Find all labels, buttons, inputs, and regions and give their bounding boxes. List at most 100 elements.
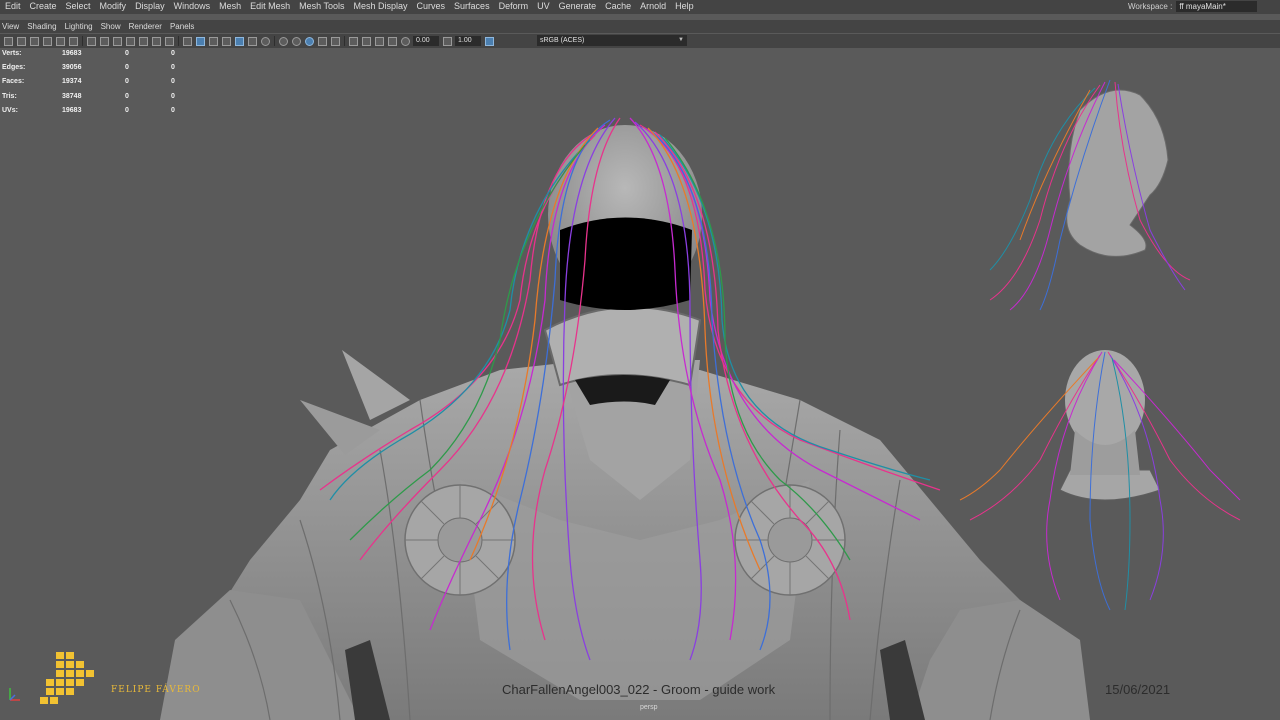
hud-row-faces: Faces: 19374 0 0 [2,75,202,89]
view-transform-value: sRGB (ACES) [540,37,585,44]
menu-surfaces[interactable]: Surfaces [449,0,494,13]
view-axis-icon [9,688,20,701]
hud-value: 19683 [62,106,82,114]
hud-value: 0 [171,64,175,72]
panel-menu-renderer[interactable]: Renderer [125,20,166,33]
two-d-pan-zoom-icon[interactable] [56,36,65,46]
scene-caption: CharFallenAngel003_022 - Groom - guide w… [502,682,776,697]
hud-value: 0 [125,106,129,114]
menu-deform[interactable]: Deform [494,0,533,13]
panel-menu-bar: View Shading Lighting Show Renderer Panels [0,20,1280,33]
select-camera-icon[interactable] [4,36,13,46]
screen-space-ao-icon[interactable] [292,36,301,46]
hud-label: UVs: [2,106,18,114]
workspace-dropdown[interactable]: ff mayaMain* [1176,1,1258,12]
menu-create[interactable]: Create [25,0,61,13]
right-medallion [734,484,846,596]
menu-uv[interactable]: UV [532,0,554,13]
menu-curves[interactable]: Curves [412,0,450,13]
hud-value: 0 [125,50,129,57]
safe-title-icon[interactable] [165,36,174,46]
poly-count-hud: Verts: 19683 0 0 Edges: 39056 0 0 Faces:… [2,47,202,118]
panel-menu-panels[interactable]: Panels [166,20,198,33]
panel-menu-shading[interactable]: Shading [23,20,60,33]
exposure-reset-icon[interactable] [401,36,410,46]
default-material-icon[interactable] [209,36,218,46]
anti-aliasing-icon[interactable] [318,36,327,46]
left-medallion [404,484,516,596]
menu-edit-mesh[interactable]: Edit Mesh [245,0,294,13]
xray-joints-icon[interactable] [362,36,371,46]
hud-value: 0 [171,106,175,114]
panel-menu-show[interactable]: Show [97,20,125,33]
menu-mesh-display[interactable]: Mesh Display [349,0,412,13]
smooth-shade-icon[interactable] [196,36,205,46]
hud-row-verts: Verts: 19683 0 0 [2,47,202,61]
hud-row-uvs: UVs: 19683 0 0 [2,104,202,118]
panel-menu-view[interactable]: View [0,20,23,33]
wireframe-icon[interactable] [183,36,192,46]
menu-mesh[interactable]: Mesh [214,0,245,13]
workspace-selector: Workspace : ff mayaMain* [1128,1,1258,13]
bookmark-icon[interactable] [30,36,39,46]
back-view-head [959,350,1241,611]
field-chart-icon[interactable] [139,36,148,46]
isolate-select-icon[interactable] [349,36,358,46]
hud-value: 0 [125,78,129,86]
toolbar-separator [344,36,345,46]
hud-value: 19374 [62,78,82,86]
film-gate-icon[interactable] [100,36,109,46]
toolbar-separator [82,36,83,46]
exposure-icon [388,36,397,46]
menu-windows[interactable]: Windows [169,0,215,13]
use-all-lights-icon[interactable] [261,36,270,46]
safe-action-icon[interactable] [152,36,161,46]
menu-arnold[interactable]: Arnold [635,0,670,13]
hud-label: Verts: [2,50,22,57]
menu-generate[interactable]: Generate [554,0,601,13]
hud-label: Faces: [2,78,25,86]
panel-toolbar: 0.00 1.00 sRGB (ACES) ▼ [0,34,1280,48]
panel-menu-lighting[interactable]: Lighting [61,20,97,33]
menu-select[interactable]: Select [61,0,95,13]
menu-display[interactable]: Display [130,0,169,13]
brand-name: FELIPE FÁVERO [111,685,201,695]
textured-icon[interactable] [248,36,257,46]
felipe-favero-logo [40,652,94,704]
camera-attributes-icon[interactable] [17,36,26,46]
hud-value: 0 [171,92,175,100]
side-view-head [989,79,1191,311]
gamma-field[interactable]: 1.00 [455,36,481,46]
shadows-icon[interactable] [279,36,288,46]
grease-pencil-icon[interactable] [69,36,78,46]
hud-value: 38748 [62,92,82,100]
menu-mesh-tools[interactable]: Mesh Tools [294,0,348,13]
gate-mask-icon[interactable] [126,36,135,46]
depth-of-field-icon[interactable] [331,36,340,46]
hud-value: 39056 [62,64,82,72]
scene-date: 15/06/2021 [1105,682,1171,697]
character-body [160,125,1090,720]
xray-active-components-icon[interactable] [375,36,384,46]
hud-row-edges: Edges: 39056 0 0 [2,61,202,75]
hud-row-tris: Tris: 38748 0 0 [2,90,202,104]
xray-icon[interactable] [235,36,244,46]
menu-modify[interactable]: Modify [95,0,131,13]
menu-cache[interactable]: Cache [600,0,635,13]
exposure-field[interactable]: 0.00 [413,36,439,46]
motion-blur-icon[interactable] [305,36,314,46]
menu-edit[interactable]: Edit [0,0,25,13]
camera-name: persp [640,704,658,711]
hud-value: 0 [171,50,175,57]
workspace-label: Workspace : [1128,2,1173,11]
hud-value: 19683 [62,50,82,57]
menu-help[interactable]: Help [670,0,698,13]
color-management-icon[interactable] [485,36,494,46]
resolution-gate-icon[interactable] [113,36,122,46]
view-transform-dropdown[interactable]: sRGB (ACES) ▼ [537,35,687,46]
image-plane-icon[interactable] [43,36,52,46]
gamma-icon[interactable] [443,36,452,46]
grid-icon[interactable] [87,36,96,46]
toolbar-separator [274,36,275,46]
wireframe-on-shaded-icon[interactable] [222,36,231,46]
